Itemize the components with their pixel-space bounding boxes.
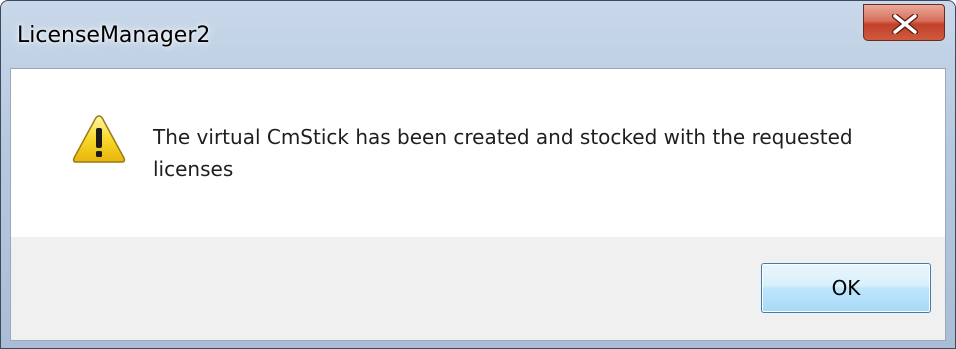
dialog-window: LicenseManager2 The virtual CmStick has … [0, 0, 956, 349]
dialog-client-area: The virtual CmStick has been created and… [10, 68, 946, 341]
title-bar[interactable]: LicenseManager2 [1, 1, 955, 68]
close-icon [892, 14, 918, 34]
message-area: The virtual CmStick has been created and… [11, 69, 945, 237]
message-text: The virtual CmStick has been created and… [153, 125, 853, 181]
ok-button[interactable]: OK [761, 263, 931, 313]
close-button[interactable] [863, 4, 945, 41]
window-title: LicenseManager2 [17, 23, 211, 48]
warning-icon [72, 115, 126, 163]
button-bar: OK [11, 237, 945, 340]
